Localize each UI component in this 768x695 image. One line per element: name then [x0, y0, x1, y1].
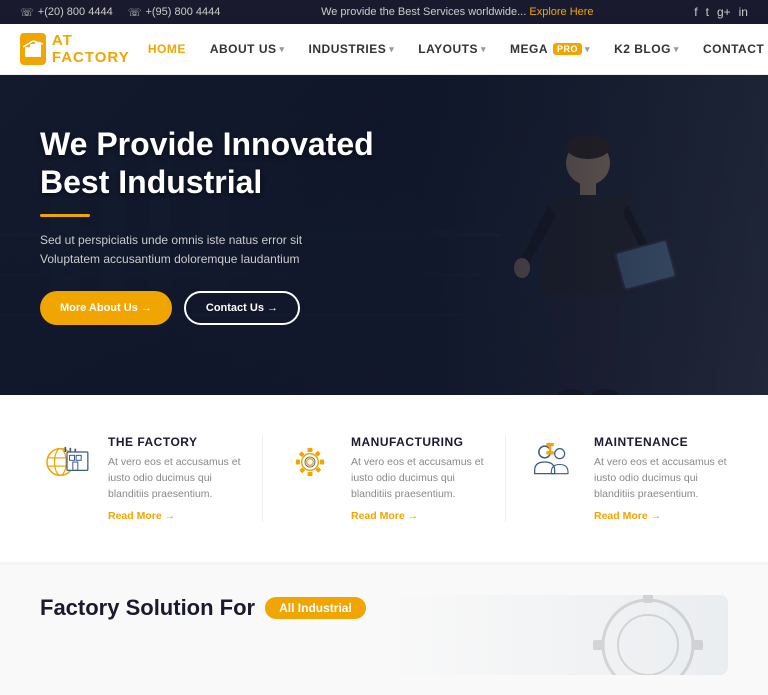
top-bar: ☏ +(20) 800 4444 ☏ +(95) 800 4444 We pro…	[0, 0, 768, 24]
all-industrial-badge[interactable]: All Industrial	[265, 597, 366, 619]
nav-about[interactable]: ABOUT US ▾	[198, 34, 297, 64]
dropdown-arrow-3: ▾	[481, 44, 486, 55]
phone1: ☏ +(20) 800 4444	[20, 6, 113, 19]
top-bar-contacts: ☏ +(20) 800 4444 ☏ +(95) 800 4444	[20, 6, 220, 19]
service-desc-factory: At vero eos et accusamus et iusto odio d…	[108, 455, 242, 502]
nav-industries[interactable]: INDUSTRIES ▾	[297, 34, 407, 64]
phone-icon-2: ☏	[128, 6, 142, 19]
nav-links: HOME ABOUT US ▾ INDUSTRIES ▾ LAYOUTS ▾ M…	[136, 34, 768, 64]
service-desc-manufacturing: At vero eos et accusamus et iusto odio d…	[351, 455, 485, 502]
dropdown-arrow-2: ▾	[389, 44, 394, 55]
dropdown-arrow: ▾	[280, 44, 285, 55]
more-about-btn[interactable]: More About Us →	[40, 291, 172, 325]
logo-text: AT FACTORY	[52, 32, 136, 66]
hero-content: We Provide Innovated Best Industrial Sed…	[0, 75, 480, 375]
service-title-maintenance: MAINTENANCE	[594, 435, 728, 449]
service-card-maintenance: MAINTENANCE At vero eos et accusamus et …	[526, 425, 728, 532]
factory-solution-title: Factory Solution For	[40, 595, 255, 621]
service-link-factory[interactable]: Read More →	[108, 510, 242, 522]
logo-icon	[20, 33, 46, 65]
service-card-factory: THE FACTORY At vero eos et accusamus et …	[40, 425, 242, 532]
divider-2	[505, 435, 506, 522]
dropdown-arrow-4: ▾	[585, 44, 590, 55]
service-content-manufacturing: MANUFACTURING At vero eos et accusamus e…	[351, 435, 485, 522]
facebook-icon[interactable]: f	[694, 5, 697, 19]
contact-us-btn[interactable]: Contact Us →	[184, 291, 300, 325]
service-link-manufacturing[interactable]: Read More →	[351, 510, 485, 522]
nav-home[interactable]: HOME	[136, 34, 198, 64]
dropdown-arrow-5: ▾	[674, 44, 679, 55]
hero-title: We Provide Innovated Best Industrial	[40, 125, 440, 202]
service-link-maintenance[interactable]: Read More →	[594, 510, 728, 522]
twitter-icon[interactable]: t	[706, 5, 709, 19]
service-content-maintenance: MAINTENANCE At vero eos et accusamus et …	[594, 435, 728, 522]
logo[interactable]: AT FACTORY	[20, 32, 136, 66]
explore-link[interactable]: Explore Here	[529, 6, 593, 18]
factory-solution-text: Factory Solution For All Industrial	[40, 595, 366, 621]
nav-contact[interactable]: CONTACT	[691, 34, 768, 64]
divider-1	[262, 435, 263, 522]
phone2: ☏ +(95) 800 4444	[128, 6, 221, 19]
services-section: THE FACTORY At vero eos et accusamus et …	[0, 395, 768, 565]
service-title-manufacturing: MANUFACTURING	[351, 435, 485, 449]
nav-layouts[interactable]: LAYOUTS ▾	[406, 34, 498, 64]
top-bar-tagline: We provide the Best Services worldwide..…	[321, 6, 593, 18]
service-content-factory: THE FACTORY At vero eos et accusamus et …	[108, 435, 242, 522]
hero-section: We Provide Innovated Best Industrial Sed…	[0, 75, 768, 395]
hero-subtitle: Sed ut perspiciatis unde omnis iste natu…	[40, 231, 320, 269]
hero-accent-line	[40, 214, 90, 217]
phone-icon: ☏	[20, 6, 34, 19]
factory-solution-section: Factory Solution For All Industrial	[0, 565, 768, 695]
google-plus-icon[interactable]: g+	[717, 5, 731, 19]
manufacturing-icon	[283, 435, 337, 489]
factory-solution-visual	[386, 595, 728, 675]
maintenance-icon	[526, 435, 580, 489]
hero-buttons: More About Us → Contact Us →	[40, 291, 440, 325]
service-title-factory: THE FACTORY	[108, 435, 242, 449]
social-icons: f t g+ in	[694, 5, 748, 19]
service-desc-maintenance: At vero eos et accusamus et iusto odio d…	[594, 455, 728, 502]
factory-icon	[40, 435, 94, 489]
navbar: AT FACTORY HOME ABOUT US ▾ INDUSTRIES ▾ …	[0, 24, 768, 75]
nav-mega[interactable]: MEGA PRO ▾	[498, 34, 602, 64]
nav-blog[interactable]: K2 BLOG ▾	[602, 34, 691, 64]
service-card-manufacturing: MANUFACTURING At vero eos et accusamus e…	[283, 425, 485, 532]
linkedin-icon[interactable]: in	[739, 5, 748, 19]
mega-badge: PRO	[553, 43, 582, 55]
